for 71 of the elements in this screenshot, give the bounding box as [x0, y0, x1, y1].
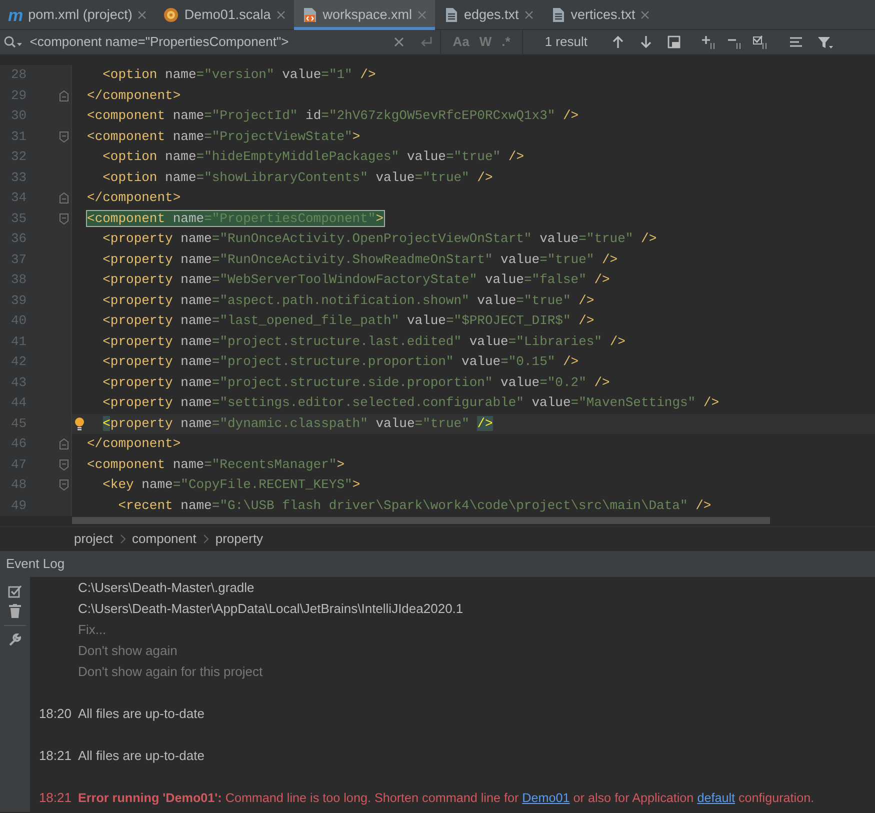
chevron-icon: [202, 534, 209, 544]
code-line: <option name="version" value="1" />: [102, 66, 376, 84]
filter-icon[interactable]: [817, 34, 834, 50]
file-tab[interactable]: m pom.xml (project): [0, 0, 156, 30]
action-link[interactable]: Fix...: [78, 622, 106, 637]
xml-file-icon: [302, 7, 318, 23]
code-line: <component name="RecentsManager">: [87, 456, 345, 474]
action-link[interactable]: Don't show again: [78, 643, 178, 658]
close-icon[interactable]: [416, 10, 427, 20]
code-line: <property name="aspect.path.notification.shown" value="true" />: [102, 292, 594, 310]
code-line: <component name="ProjectViewState">: [87, 128, 360, 146]
link[interactable]: Demo01: [522, 791, 570, 805]
code-line: <property name="project.structure.side.proportion" value="0.2" />: [102, 374, 610, 392]
file-tab[interactable]: vertices.txt: [542, 0, 658, 30]
panel-title: Event Log: [6, 555, 65, 574]
timestamp: 18:21: [38, 748, 72, 763]
timestamp: 18:21: [38, 790, 72, 805]
lightbulb-icon: [74, 416, 85, 431]
code-line: <property name="WebServerToolWindowFactoryState" value="false" />: [102, 271, 610, 289]
trash-icon[interactable]: [9, 604, 21, 618]
link[interactable]: default: [697, 791, 735, 805]
scrollbar[interactable]: [72, 517, 770, 524]
search-icon[interactable]: [3, 35, 24, 49]
code-line: <property name="project.structure.proportion" value="0.15" />: [102, 353, 579, 371]
code-line: <property name="project.structure.last.edited" value="Libraries" />: [102, 332, 626, 350]
chevron-icon: [120, 534, 126, 544]
wrench-icon[interactable]: [8, 632, 22, 646]
breadcrumb[interactable]: project: [74, 529, 114, 549]
fold-icon[interactable]: [59, 90, 69, 102]
code-line: <component name="ProjectId" id="2hV67zkgOW5evRfcEP0RCxwQ1x3" />: [87, 107, 579, 125]
breadcrumb[interactable]: property: [215, 529, 264, 549]
code-line: </component>: [87, 86, 181, 104]
fold-icon[interactable]: [59, 458, 69, 471]
fold-icon[interactable]: [59, 438, 69, 450]
fold-icon[interactable]: [59, 130, 69, 143]
code-line: <key name="CopyFile.RECENT_KEYS">: [102, 476, 360, 494]
select-all-icon[interactable]: [753, 34, 770, 50]
close-icon[interactable]: [640, 10, 650, 20]
code-line: <property name="RunOnceActivity.ShowReadmeOnStart" value="true" />: [102, 250, 618, 268]
fold-icon[interactable]: [59, 212, 69, 225]
code-line: </component>: [87, 189, 181, 207]
log-message: All files are up-to-date: [78, 706, 204, 721]
file-tab[interactable]: edges.txt: [434, 0, 542, 30]
code-line: <property name="settings.editor.selected.configurable" value="MavenSettings" />: [102, 394, 720, 412]
add-occurrence-icon[interactable]: [701, 34, 718, 50]
code-line: <option name="hideEmptyMiddlePackages" value="true" />: [102, 148, 524, 166]
action-link[interactable]: Don't show again for this project: [78, 664, 263, 679]
close-icon[interactable]: [524, 10, 534, 20]
clear-icon[interactable]: [392, 36, 405, 48]
mark-read-icon[interactable]: [8, 584, 22, 598]
code-line: <option name="showLibraryContents" value="true" />: [102, 168, 493, 186]
file-tab[interactable]: workspace.xml: [294, 0, 435, 30]
close-icon[interactable]: [276, 10, 286, 20]
log-message: C:\Users\Death-Master\.gradle: [78, 580, 254, 595]
log-message: C:\Users\Death-Master\AppData\Local\JetBrains\IntelliJIdea2020.1: [78, 601, 464, 616]
scala-file-icon: [163, 7, 180, 23]
result-count: 1 result: [544, 33, 588, 52]
close-icon[interactable]: [137, 10, 148, 20]
fold-icon[interactable]: [59, 479, 69, 492]
error-message: Error running 'Demo01': Command line is too long. Shorten command line for Demo01 or also for Application default configuration.: [78, 791, 814, 805]
timestamp: 18:20: [38, 706, 72, 721]
file-tab[interactable]: Demo01.scala: [155, 0, 294, 30]
log-message: All files are up-to-date: [78, 748, 204, 763]
code-line: </component>: [87, 435, 181, 453]
fold-icon[interactable]: [59, 192, 69, 204]
code-line: <property name="dynamic.classpath" value="true" />: [102, 414, 493, 432]
code-line: <recent name="G:\USB flash driver\Spark\work4\code\project\src\main\Data" />: [117, 496, 712, 514]
breadcrumb[interactable]: component: [132, 529, 196, 549]
maven-icon: m: [8, 6, 24, 24]
code-line: <property name="RunOnceActivity.OpenProjectViewOnStart" value="true" />: [102, 230, 657, 248]
code-line: <property name="last_opened_file_path" value="$PROJECT_DIR$" />: [102, 312, 594, 330]
